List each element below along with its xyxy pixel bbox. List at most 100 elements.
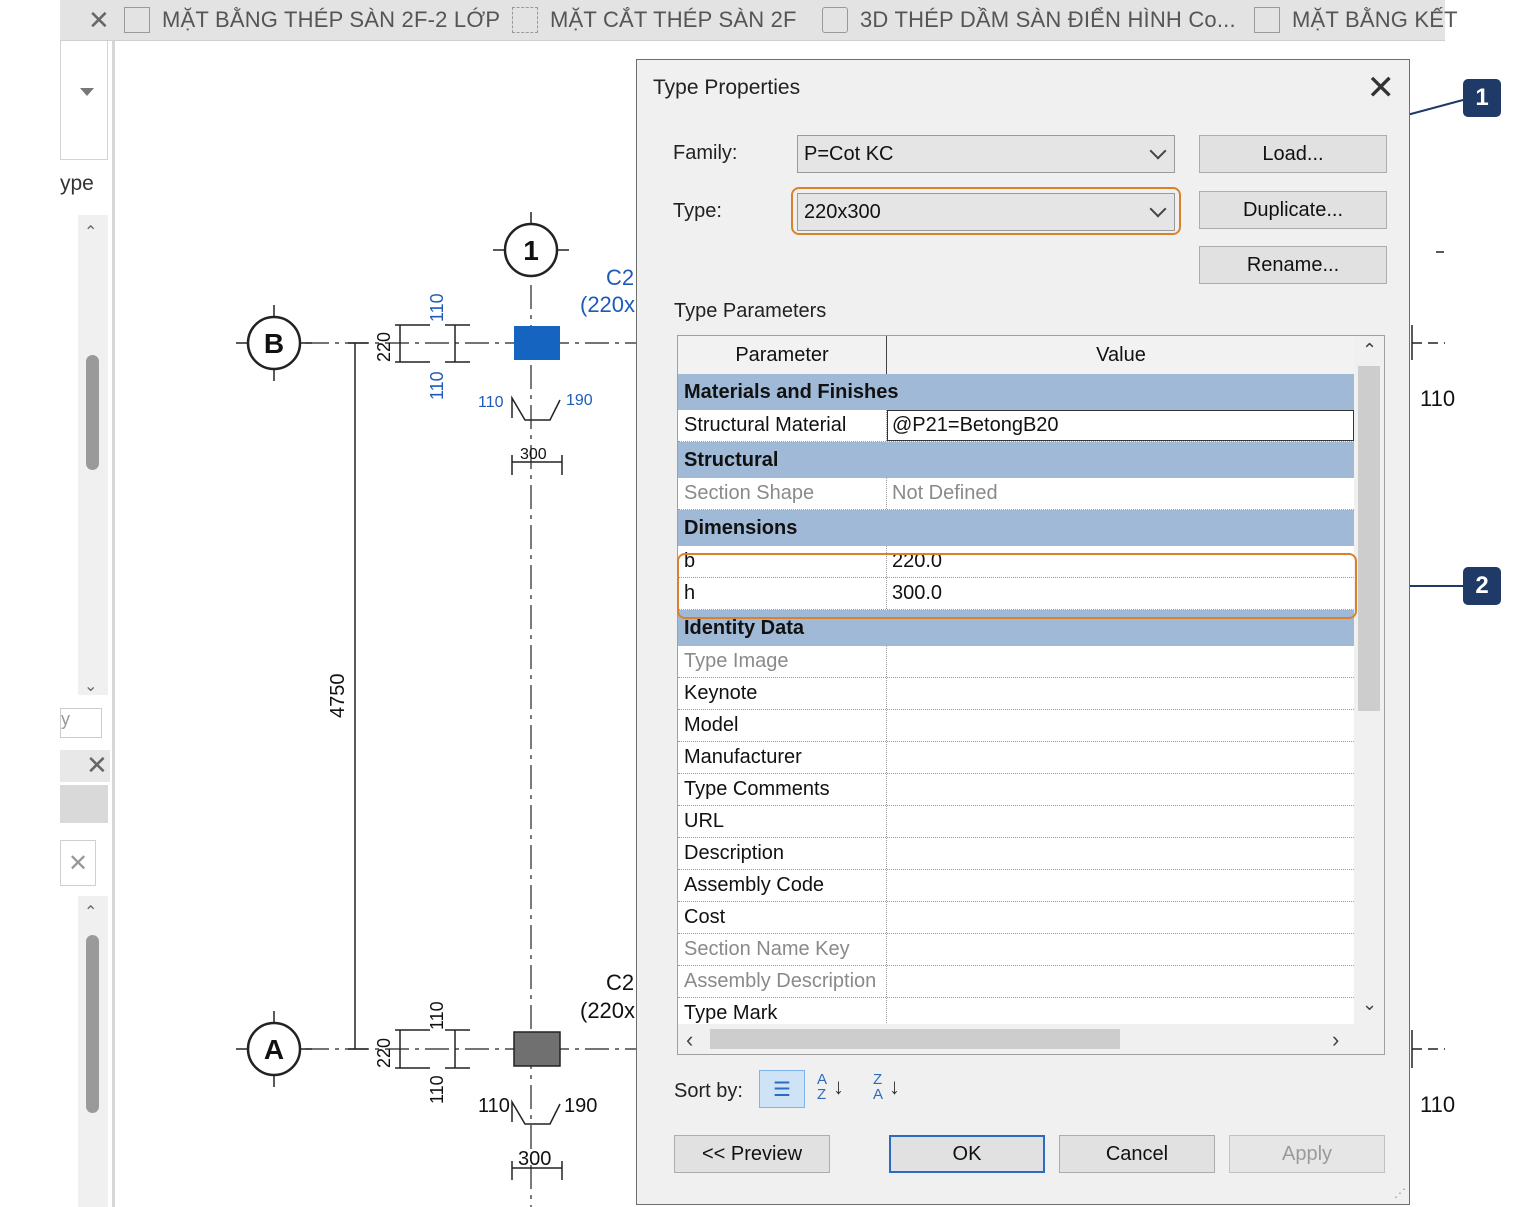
dimension-190: 190 bbox=[564, 1095, 597, 1117]
scrollbar-thumb[interactable] bbox=[1358, 366, 1380, 711]
family-label: Family: bbox=[673, 142, 738, 164]
parameter-row[interactable]: Cost bbox=[678, 902, 1354, 934]
dimension-110: 110 bbox=[427, 1075, 447, 1104]
parameter-name: h bbox=[684, 582, 696, 604]
close-icon[interactable]: ✕ bbox=[1367, 68, 1396, 108]
vertical-scrollbar[interactable]: ⌃ ⌄ bbox=[1354, 336, 1384, 1024]
column-mark-bottom: C2 bbox=[606, 970, 634, 995]
dimension-300: 300 bbox=[518, 1148, 551, 1170]
dimension-110: 110 bbox=[1420, 386, 1455, 411]
rename-button[interactable]: Rename... bbox=[1199, 246, 1387, 284]
dimension-110: 110 bbox=[427, 293, 447, 322]
callout-1: 1 bbox=[1463, 79, 1501, 117]
group-row[interactable]: Structural bbox=[678, 442, 1354, 478]
scroll-left-icon[interactable]: ‹ bbox=[686, 1027, 693, 1053]
ok-button[interactable]: OK bbox=[889, 1135, 1045, 1173]
type-parameters-label: Type Parameters bbox=[674, 300, 827, 322]
group-row[interactable]: Dimensions bbox=[678, 510, 1354, 546]
scroll-up-icon[interactable]: ⌃ bbox=[1362, 340, 1377, 361]
sort-ascending-icon[interactable]: AZ bbox=[817, 1072, 827, 1102]
group-row[interactable]: Materials and Finishes bbox=[678, 374, 1354, 410]
dialog-title: Type Properties bbox=[653, 76, 801, 99]
cancel-button[interactable]: Cancel bbox=[1059, 1135, 1215, 1173]
load-button[interactable]: Load... bbox=[1199, 135, 1387, 173]
parameter-name: URL bbox=[684, 810, 725, 832]
scrollbar-thumb[interactable] bbox=[710, 1029, 1120, 1049]
parameters-grid: Parameter Value Materials and Finishes St… bbox=[677, 335, 1385, 1055]
parameter-value[interactable]: Not Defined bbox=[892, 478, 998, 509]
parameter-row[interactable]: Assembly Code bbox=[678, 870, 1354, 902]
callout-2: 2 bbox=[1463, 567, 1501, 605]
grid-header: Parameter Value bbox=[678, 336, 1354, 376]
dimension-110: 110 bbox=[427, 1001, 447, 1030]
group-label: Structural bbox=[684, 448, 779, 471]
parameter-row[interactable]: Manufacturer bbox=[678, 742, 1354, 774]
parameter-row[interactable]: Section Shape Not Defined bbox=[678, 478, 1354, 510]
column-size-bottom: (220x bbox=[580, 998, 635, 1023]
parameter-row[interactable]: Structural Material @P21=BetongB20 bbox=[678, 410, 1354, 442]
dimension-110: 110 bbox=[1420, 1092, 1455, 1117]
parameter-row[interactable]: Keynote bbox=[678, 678, 1354, 710]
apply-button[interactable]: Apply bbox=[1229, 1135, 1385, 1173]
parameter-name: Assembly Description bbox=[684, 970, 877, 992]
sort-grouped-icon[interactable]: ☰ bbox=[759, 1070, 805, 1108]
parameter-name: Type Image bbox=[684, 650, 789, 672]
parameter-value[interactable]: 220.0 bbox=[892, 546, 942, 577]
type-value: 220x300 bbox=[804, 200, 881, 223]
parameter-name: Structural Material bbox=[684, 414, 847, 436]
parameter-row[interactable]: h 300.0 bbox=[678, 578, 1354, 610]
column-header-parameter[interactable]: Parameter bbox=[678, 336, 887, 374]
family-select[interactable]: P=Cot KC bbox=[797, 135, 1175, 173]
dimension-4750: 4750 bbox=[327, 674, 349, 719]
sort-by-label: Sort by: bbox=[674, 1080, 743, 1102]
column-size-top: (220x bbox=[580, 292, 635, 317]
dimension-190: 190 bbox=[566, 392, 593, 409]
group-row[interactable]: Identity Data bbox=[678, 610, 1354, 646]
scroll-down-icon[interactable]: ⌄ bbox=[1362, 994, 1377, 1015]
parameter-value[interactable]: @P21=BetongB20 bbox=[887, 410, 1354, 441]
parameter-row[interactable]: b 220.0 bbox=[678, 546, 1354, 578]
column-header-value[interactable]: Value bbox=[888, 336, 1354, 374]
parameter-value[interactable]: 300.0 bbox=[892, 578, 942, 609]
parameter-row[interactable]: Description bbox=[678, 838, 1354, 870]
duplicate-button[interactable]: Duplicate... bbox=[1199, 191, 1387, 229]
parameter-name: Model bbox=[684, 714, 739, 736]
parameter-row[interactable]: Section Name Key bbox=[678, 934, 1354, 966]
dimension-110: 110 bbox=[427, 371, 447, 400]
group-label: Dimensions bbox=[684, 516, 798, 539]
grid-label-1: 1 bbox=[523, 235, 539, 266]
column-mark-top: C2 bbox=[606, 265, 634, 290]
sort-descending-icon[interactable]: ZA bbox=[873, 1072, 883, 1102]
grid-label-a: A bbox=[264, 1034, 284, 1065]
parameter-name: b bbox=[684, 550, 696, 572]
parameter-name: Section Shape bbox=[684, 482, 815, 504]
type-select[interactable]: 220x300 bbox=[797, 193, 1175, 231]
resize-grip-icon[interactable]: ⋰ bbox=[1394, 1186, 1406, 1200]
horizontal-scrollbar[interactable]: ‹ › bbox=[678, 1024, 1384, 1054]
parameter-row[interactable]: Type Comments bbox=[678, 774, 1354, 806]
parameter-row[interactable]: Type Image bbox=[678, 646, 1354, 678]
chevron-down-icon bbox=[1149, 142, 1167, 160]
parameter-name: Section Name Key bbox=[684, 938, 850, 960]
type-properties-dialog: Type Properties ✕ Family: P=Cot KC Load.… bbox=[636, 59, 1410, 1205]
group-label: Identity Data bbox=[684, 616, 805, 639]
grid-label-b: B bbox=[264, 328, 284, 359]
chevron-down-icon bbox=[1149, 200, 1167, 218]
parameter-name: Type Comments bbox=[684, 778, 830, 800]
parameter-name: Description bbox=[684, 842, 785, 864]
parameter-name: Manufacturer bbox=[684, 746, 802, 768]
preview-button[interactable]: << Preview bbox=[674, 1135, 830, 1173]
column[interactable] bbox=[513, 1031, 561, 1067]
parameter-row[interactable]: URL bbox=[678, 806, 1354, 838]
column-selected[interactable] bbox=[514, 326, 560, 360]
parameter-name: Assembly Code bbox=[684, 874, 825, 896]
parameter-name: Keynote bbox=[684, 682, 758, 704]
dimension-110: 110 bbox=[478, 394, 504, 411]
family-value: P=Cot KC bbox=[804, 142, 894, 165]
parameter-row[interactable]: Assembly Description bbox=[678, 966, 1354, 998]
group-label: Materials and Finishes bbox=[684, 380, 899, 403]
parameter-row[interactable]: Model bbox=[678, 710, 1354, 742]
scroll-right-icon[interactable]: › bbox=[1332, 1027, 1339, 1053]
dimension-300: 300 bbox=[520, 446, 547, 463]
type-label: Type: bbox=[673, 200, 722, 222]
